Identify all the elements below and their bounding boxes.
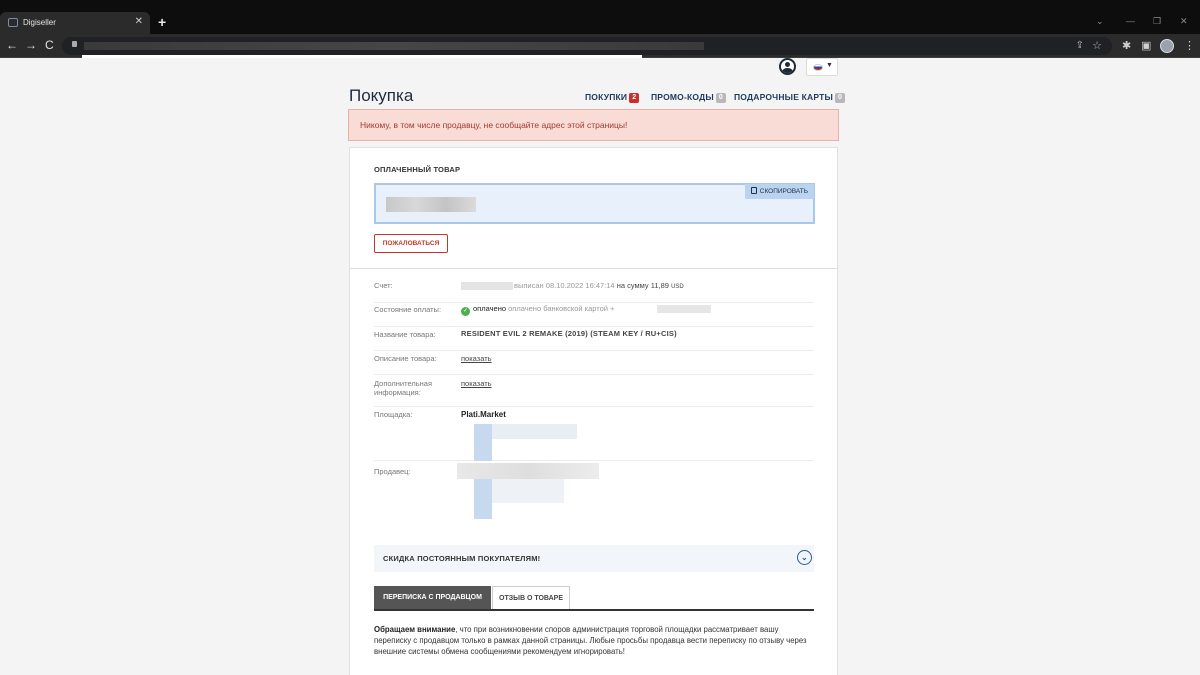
seller-info-blurred-2 xyxy=(492,479,564,503)
nav-link-label: ПОКУПКИ xyxy=(585,92,628,102)
product-name-link[interactable]: RESIDENT EVIL 2 REMAKE (2019) (STEAM KEY… xyxy=(461,329,677,338)
invoice-issued: выписан 08.10.2022 16:47:14 xyxy=(514,281,615,290)
count-badge: 0 xyxy=(835,92,846,103)
address-bar[interactable]: ⇪ ☆ xyxy=(62,37,1112,55)
show-description-link[interactable]: показать xyxy=(461,354,492,363)
additional-info-row: Дополнительная информация: показать xyxy=(374,375,814,407)
tab-search-icon[interactable]: ⌄ xyxy=(1096,16,1104,27)
tab-title: Digiseller xyxy=(23,18,56,27)
maximize-icon[interactable]: ❐ xyxy=(1153,16,1161,27)
payment-key: Состояние оплаты: xyxy=(374,305,442,314)
invoice-value: выписан 08.10.2022 16:47:14 на сумму 11,… xyxy=(514,281,684,290)
page-title: Покупка xyxy=(349,86,414,105)
chevron-down-icon: ▼ xyxy=(826,62,833,69)
nav-link-label: ПРОМО-КОДЫ xyxy=(651,92,714,102)
order-details: Счет: выписан 08.10.2022 16:47:14 на сум… xyxy=(349,269,838,675)
forward-icon[interactable]: → xyxy=(25,38,37,52)
language-selector[interactable]: ▼ xyxy=(806,58,838,76)
platform-info-blurred-2 xyxy=(492,424,577,439)
nav-link-purchases[interactable]: ПОКУПКИ 2 xyxy=(585,92,640,103)
close-window-icon[interactable]: ✕ xyxy=(1180,16,1188,27)
reload-icon[interactable]: C xyxy=(45,38,54,52)
product-key: Название товара: xyxy=(374,330,436,339)
security-warning: Никому, в том числе продавцу, не сообщай… xyxy=(348,109,839,141)
site-favicon-icon xyxy=(8,18,18,27)
platform-info-blurred xyxy=(474,424,492,461)
browser-titlebar: Digiseller ✕ + ⌄ — ❐ ✕ xyxy=(0,0,1200,34)
invoice-amount-prefix: на сумму xyxy=(616,281,649,290)
count-badge: 2 xyxy=(629,92,640,103)
card-number-blurred xyxy=(657,305,711,313)
copy-button[interactable]: СКОПИРОВАТЬ xyxy=(744,184,814,199)
lock-icon xyxy=(72,41,77,47)
url-text-blurred xyxy=(84,42,704,50)
invoice-number-blurred xyxy=(461,282,513,290)
seller-key: Продавец: xyxy=(374,467,411,476)
tab-product-review[interactable]: ОТЗЫВ О ТОВАРЕ xyxy=(492,586,570,609)
chevron-down-icon[interactable]: ⌄ xyxy=(797,550,812,565)
browser-tab[interactable]: Digiseller ✕ xyxy=(0,12,150,34)
bookmark-star-icon[interactable]: ☆ xyxy=(1092,39,1102,52)
platform-row: Площадка: Plati.Market xyxy=(374,407,814,461)
browser-profile-avatar[interactable] xyxy=(1160,39,1174,53)
side-panel-icon[interactable]: ▣ xyxy=(1141,39,1151,52)
product-row: Название товара: RESIDENT EVIL 2 REMAKE … xyxy=(374,327,814,351)
payment-method: оплачено банковской картой + xyxy=(508,304,615,313)
invoice-key: Счет: xyxy=(374,281,393,290)
invoice-currency: USD xyxy=(671,284,684,290)
count-badge: 0 xyxy=(715,92,726,103)
paid-goods-label: ОПЛАЧЕННЫЙ ТОВАР xyxy=(374,165,461,174)
copy-label: СКОПИРОВАТЬ xyxy=(759,188,808,195)
payment-row: Состояние оплаты: ✓ оплачено оплачено бан… xyxy=(374,303,814,327)
key-blurred xyxy=(386,197,476,212)
tab-seller-messages[interactable]: ПЕРЕПИСКА С ПРОДАВЦОМ xyxy=(374,586,491,609)
conversation-tabs: ПЕРЕПИСКА С ПРОДАВЦОМ ОТЗЫВ О ТОВАРЕ xyxy=(374,586,814,611)
seller-info-blurred xyxy=(474,479,492,519)
payment-value: ✓ оплачено оплачено банковской картой + xyxy=(461,304,614,316)
new-tab-icon[interactable]: + xyxy=(158,14,166,30)
copy-icon xyxy=(750,187,757,194)
browser-menu-icon[interactable]: ⋮ xyxy=(1184,39,1195,52)
nav-link-label: ПОДАРОЧНЫЕ КАРТЫ xyxy=(734,92,834,102)
check-icon: ✓ xyxy=(461,307,470,316)
extensions-icon[interactable]: ✱ xyxy=(1122,39,1131,52)
notice-bold: Обращаем внимание xyxy=(374,625,456,634)
share-icon[interactable]: ⇪ xyxy=(1076,40,1084,51)
description-row: Описание товара: показать xyxy=(374,351,814,375)
platform-name: Plati.Market xyxy=(461,410,506,419)
user-account-icon[interactable] xyxy=(779,58,796,75)
goods-key-box[interactable]: СКОПИРОВАТЬ xyxy=(374,183,815,224)
page-content: ▼ Покупка ПОКУПКИ 2 ПРОМО-КОДЫ 0 ПОДАРОЧНЫ… xyxy=(0,58,1200,675)
complain-button[interactable]: ПОЖАЛОВАТЬСЯ xyxy=(374,234,448,253)
minimize-icon[interactable]: — xyxy=(1126,16,1135,26)
nav-link-gift-cards[interactable]: ПОДАРОЧНЫЕ КАРТЫ 0 xyxy=(734,92,846,103)
description-key: Описание товара: xyxy=(374,354,437,363)
nav-link-promo-codes[interactable]: ПРОМО-КОДЫ 0 xyxy=(651,92,726,103)
show-additional-link[interactable]: показать xyxy=(461,379,492,388)
paid-goods-card: ОПЛАЧЕННЫЙ ТОВАР СКОПИРОВАТЬ ПОЖАЛОВАТЬС… xyxy=(349,147,838,269)
loyalty-discount-panel[interactable]: СКИДКА ПОСТОЯННЫМ ПОКУПАТЕЛЯМ! ⌄ xyxy=(374,545,814,572)
additional-key: Дополнительная информация: xyxy=(374,379,433,397)
russian-flag-icon xyxy=(813,64,823,71)
platform-key: Площадка: xyxy=(374,410,413,419)
seller-row: Продавец: xyxy=(374,461,814,521)
back-icon[interactable]: ← xyxy=(6,38,18,52)
tab-close-icon[interactable]: ✕ xyxy=(135,16,143,27)
seller-name-blurred xyxy=(457,463,599,479)
payment-status: оплачено xyxy=(473,304,507,313)
dispute-notice: Обращаем внимание, что при возникновении… xyxy=(374,624,814,657)
invoice-row: Счет: выписан 08.10.2022 16:47:14 на сум… xyxy=(374,279,814,303)
invoice-amount: 11,89 xyxy=(650,281,669,290)
discount-label: СКИДКА ПОСТОЯННЫМ ПОКУПАТЕЛЯМ! xyxy=(383,554,541,563)
